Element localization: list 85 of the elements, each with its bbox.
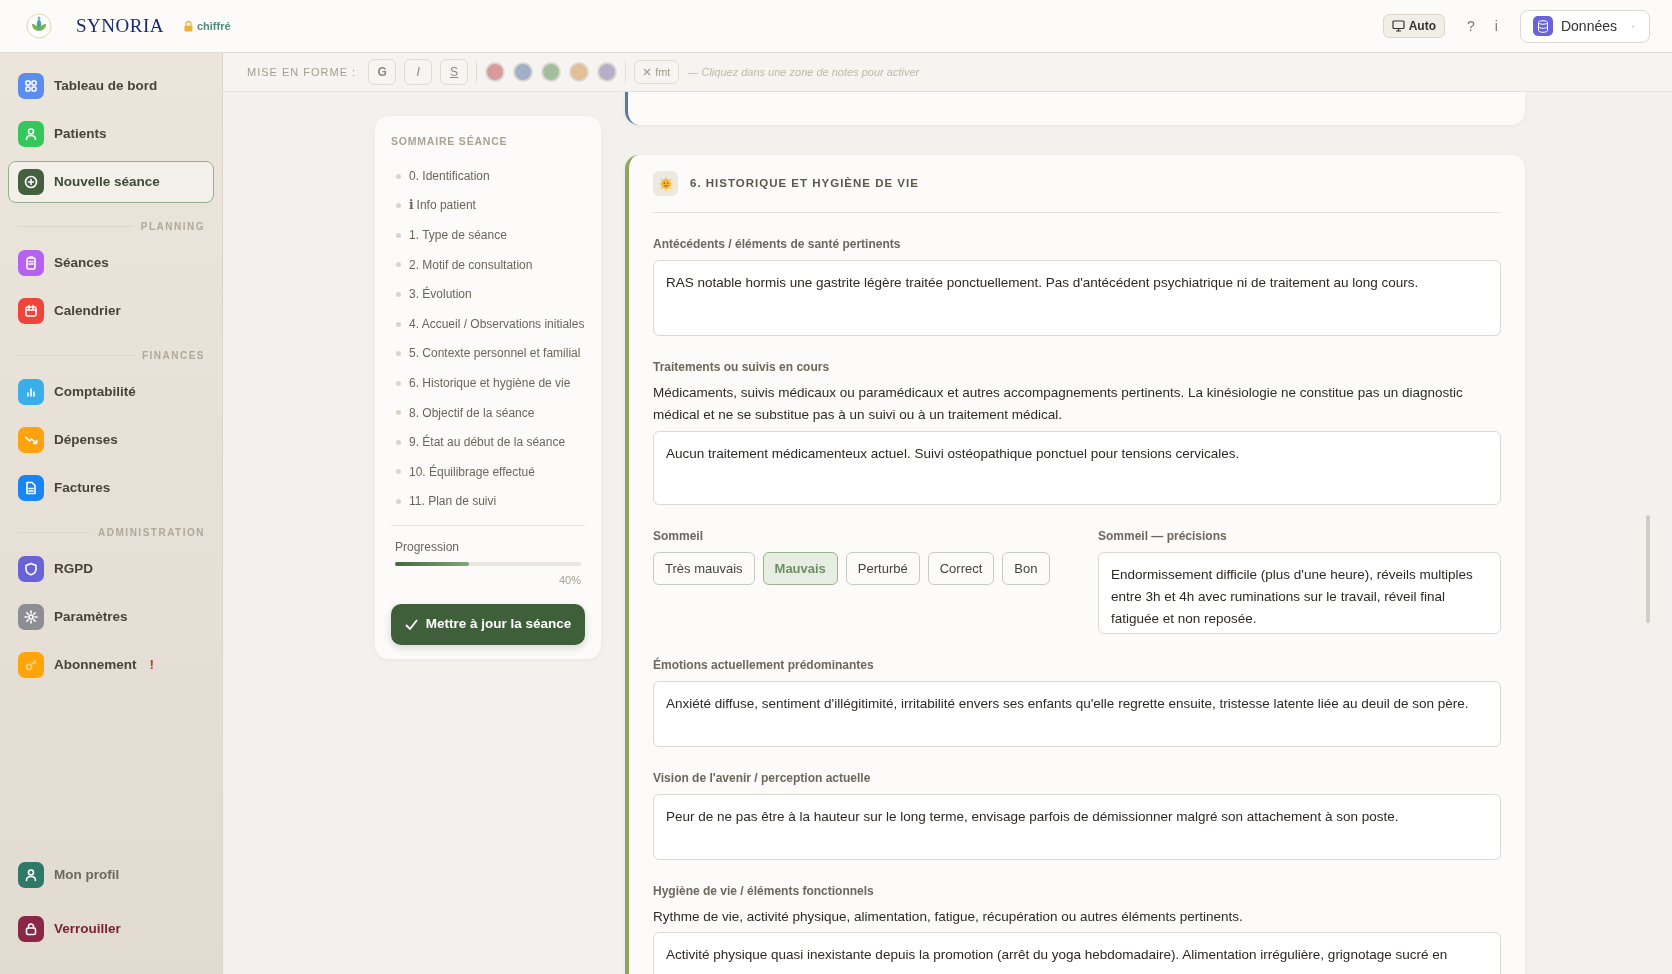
alert-mark: ! — [149, 655, 154, 674]
toolbar-label: MISE EN FORME : — [247, 64, 357, 80]
key-icon — [23, 657, 39, 673]
database-icon — [1536, 19, 1549, 33]
color-swatch[interactable] — [513, 62, 534, 82]
summary-link[interactable]: 5. Contexte personnel et familial — [391, 339, 585, 369]
summary-link[interactable]: 2. Motif de consultation — [391, 250, 585, 281]
field-label: Sommeil — précisions — [1098, 527, 1228, 545]
sidebar-item[interactable]: Séances — [8, 242, 214, 284]
sidebar-item[interactable]: RGPD — [8, 548, 214, 590]
data-menu-button[interactable]: Données · — [1519, 9, 1650, 43]
summary-link[interactable]: 8. Objectif de la séance — [391, 398, 585, 429]
gear-icon — [23, 609, 39, 625]
field-label: Antécédents / éléments de santé pertinents — [653, 236, 902, 253]
sidebar-item[interactable]: Mon profil — [8, 854, 214, 896]
field-label: Traitements ou suivis en cours — [653, 359, 831, 376]
color-swatch[interactable] — [597, 62, 618, 82]
grid-icon — [23, 78, 39, 94]
choice-button[interactable]: Très mauvais — [653, 551, 755, 586]
field-label: Émotions actuellement prédominantes — [653, 656, 875, 674]
monitor-icon — [1391, 20, 1405, 32]
sidebar-item[interactable]: Patients — [8, 113, 214, 155]
progress-reading: 40% — [557, 572, 581, 588]
sidebar-item[interactable]: Calendrier — [8, 290, 214, 332]
lotus-logo-icon — [26, 13, 52, 39]
summary-link[interactable]: i Info patient — [391, 191, 585, 221]
notes-field[interactable]: Endormissement difficile (plus d'une heure), réveils multiples entre 3h et 4h avec ruminations sur le travail, réveil final fatiguée et non reposée. — [1098, 551, 1501, 634]
summary-link[interactable]: 10. Équilibrage effectué — [391, 457, 585, 488]
sidebar-item[interactable]: Verrouiller — [8, 908, 214, 950]
save-session-button[interactable]: Mettre à jour la séance — [391, 604, 585, 645]
notes-field[interactable]: RAS notable hormis une gastrite légère traitée ponctuellement. Pas d'antécédent psychiatrique ni de traitement au long cours. — [653, 260, 1501, 336]
section-heading: FINANCES — [8, 338, 214, 371]
color-swatch[interactable] — [541, 62, 562, 82]
notes-field[interactable]: Anxiété diffuse, sentiment d'illégitimité, irritabilité envers ses enfants qu'elle regrette ensuite, tristesse latente liée au deuil de son père. — [653, 680, 1501, 747]
encryption-status: chiffré — [196, 18, 231, 34]
color-swatch[interactable] — [569, 62, 590, 82]
field-label: Vision de l'avenir / perception actuelle — [653, 769, 872, 787]
field-help-text: Rythme de vie, activité physique, alimentation, fatigue, récupération ou autres éléments pertinents. — [653, 907, 1244, 926]
field-label: Sommeil — [653, 527, 704, 545]
field-label: Hygiène de vie / éléments fonctionnels — [653, 882, 875, 900]
summary-link[interactable]: 4. Accueil / Observations initiales — [391, 309, 585, 340]
summary-link[interactable]: 9. État au début de la séance — [391, 428, 585, 458]
shield-icon — [23, 561, 39, 577]
lock-icon — [23, 921, 39, 937]
close-icon — [643, 68, 652, 76]
calendar-icon — [23, 303, 39, 319]
summary-link[interactable]: 11. Plan de suivi — [391, 487, 585, 517]
sidebar-item[interactable]: Paramètres — [8, 596, 214, 638]
section-heading: PLANNING — [8, 209, 214, 242]
summary-link[interactable]: 3. Évolution — [391, 280, 585, 310]
color-swatch[interactable] — [485, 62, 506, 82]
summary-link[interactable]: 6. Historique et hygiène de vie — [391, 368, 585, 399]
sun-face-icon — [653, 171, 678, 196]
summary-link[interactable]: 0. Identification — [391, 161, 585, 192]
notes-field[interactable]: Aucun traitement médicamenteux actuel. Suivi ostéopathique ponctuel pour tensions cervicales. — [653, 430, 1501, 505]
padlock-icon — [183, 20, 193, 32]
choice-button[interactable]: Correct — [927, 551, 995, 586]
summary-link[interactable]: 1. Type de séance — [391, 220, 585, 251]
info-button[interactable]: i — [1488, 15, 1504, 37]
clipboard-icon — [23, 255, 39, 271]
sidebar-item[interactable]: Tableau de bord — [8, 65, 214, 107]
toolbar-hint: — Cliquez dans une zone de notes pour activer — [687, 64, 920, 80]
document-icon — [23, 480, 39, 496]
plus-circle-icon — [23, 174, 39, 190]
notes-field[interactable]: Activité physique quasi inexistante depuis la promotion (arrêt du yoga hebdomadaire). Alimentation irrégulière, grignotage sucré en — [653, 931, 1501, 974]
sidebar-item[interactable]: Dépenses — [8, 419, 214, 461]
sidebar-item[interactable]: Comptabilité — [8, 371, 214, 413]
person-icon — [23, 126, 39, 142]
progress-label: Progression — [395, 538, 461, 556]
sidebar-item[interactable]: Nouvelle séance — [8, 161, 214, 203]
notes-field[interactable]: Peur de ne pas être à la hauteur sur le long terme, envisage parfois de démissionner malgré son attachement à son poste. — [653, 793, 1501, 860]
sidebar-item[interactable]: Factures — [8, 467, 214, 509]
section-heading: ADMINISTRATION — [8, 515, 214, 548]
sidebar-item[interactable]: Abonnement ! — [8, 644, 214, 686]
checkmark-icon — [404, 619, 418, 630]
summary-title: SOMMAIRE SÉANCE — [391, 134, 509, 149]
choice-button[interactable]: Perturbé — [845, 551, 920, 586]
scrollbar-thumb[interactable] — [1646, 515, 1650, 623]
section-title: 6. HISTORIQUE ET HYGIÈNE DE VIE — [690, 175, 919, 191]
choice-button[interactable]: Bon — [1002, 551, 1050, 586]
person-icon — [23, 867, 39, 883]
brand-name: SYNORIA — [76, 13, 164, 38]
help-button[interactable]: ? — [1461, 15, 1481, 37]
field-help-text: Médicaments, suivis médicaux ou paramédicaux et autres accompagnements pertinents. La kinésiologie ne constitue pas un diagnostic médical et ne se substitue pas à un suivi ou à un traitement médical. — [653, 384, 1464, 425]
theme-button[interactable]: Auto — [1382, 14, 1446, 38]
